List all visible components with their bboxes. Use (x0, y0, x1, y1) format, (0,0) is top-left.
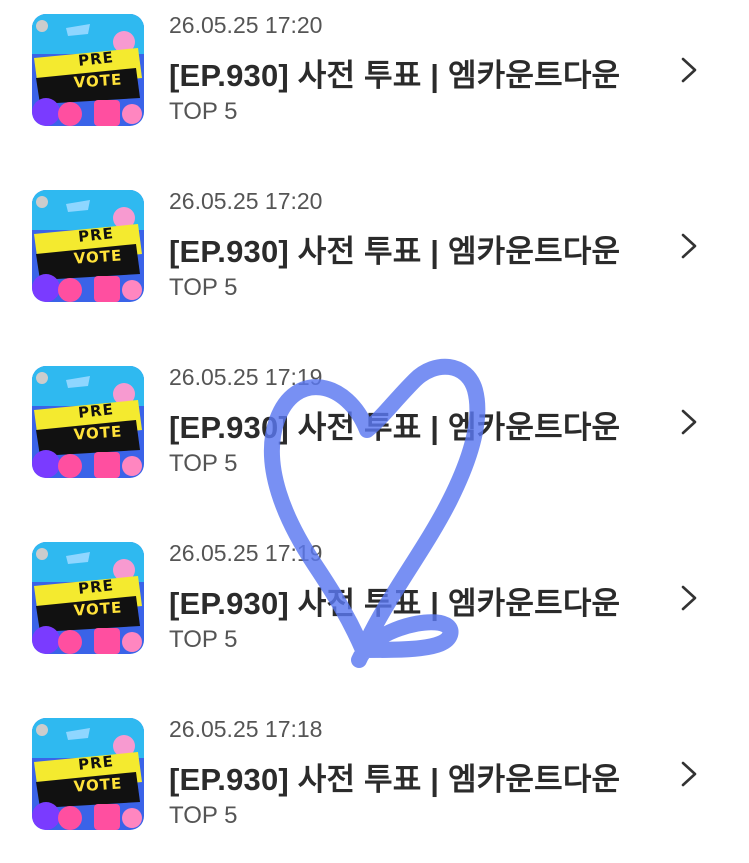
pre-vote-thumbnail: PRE VOTE (32, 366, 144, 478)
item-title: [EP.930] 사전 투표 | 엠카운트다운 (169, 762, 621, 797)
chevron-right-icon[interactable] (678, 584, 700, 612)
item-date: 26.05.25 17:20 (169, 188, 323, 214)
vote-history-list: PRE VOTE 26.05.25 17:20 [EP.930] 사전 투표 |… (0, 0, 749, 863)
chevron-right-icon[interactable] (678, 760, 700, 788)
item-title: [EP.930] 사전 투표 | 엠카운트다운 (169, 410, 621, 445)
item-date: 26.05.25 17:20 (169, 12, 323, 38)
item-date: 26.05.25 17:18 (169, 716, 323, 742)
item-date: 26.05.25 17:19 (169, 540, 323, 566)
item-subtitle: TOP 5 (169, 626, 238, 653)
list-item[interactable]: PRE VOTE 26.05.25 17:18 [EP.930] 사전 투표 |… (0, 704, 749, 834)
item-subtitle: TOP 5 (169, 450, 238, 477)
chevron-right-icon[interactable] (678, 232, 700, 260)
item-date: 26.05.25 17:19 (169, 364, 323, 390)
pre-vote-thumbnail: PRE VOTE (32, 718, 144, 830)
list-item[interactable]: PRE VOTE 26.05.25 17:19 [EP.930] 사전 투표 |… (0, 352, 749, 482)
chevron-right-icon[interactable] (678, 408, 700, 436)
pre-vote-thumbnail: PRE VOTE (32, 14, 144, 126)
item-title: [EP.930] 사전 투표 | 엠카운트다운 (169, 234, 621, 269)
item-subtitle: TOP 5 (169, 274, 238, 301)
item-subtitle: TOP 5 (169, 802, 238, 829)
pre-vote-thumbnail: PRE VOTE (32, 190, 144, 302)
chevron-right-icon[interactable] (678, 56, 700, 84)
item-subtitle: TOP 5 (169, 98, 238, 125)
item-title: [EP.930] 사전 투표 | 엠카운트다운 (169, 586, 621, 621)
list-item[interactable]: PRE VOTE 26.05.25 17:19 [EP.930] 사전 투표 |… (0, 528, 749, 658)
list-item[interactable]: PRE VOTE 26.05.25 17:20 [EP.930] 사전 투표 |… (0, 176, 749, 306)
list-item[interactable]: PRE VOTE 26.05.25 17:20 [EP.930] 사전 투표 |… (0, 0, 749, 130)
pre-vote-thumbnail: PRE VOTE (32, 542, 144, 654)
item-title: [EP.930] 사전 투표 | 엠카운트다운 (169, 58, 621, 93)
